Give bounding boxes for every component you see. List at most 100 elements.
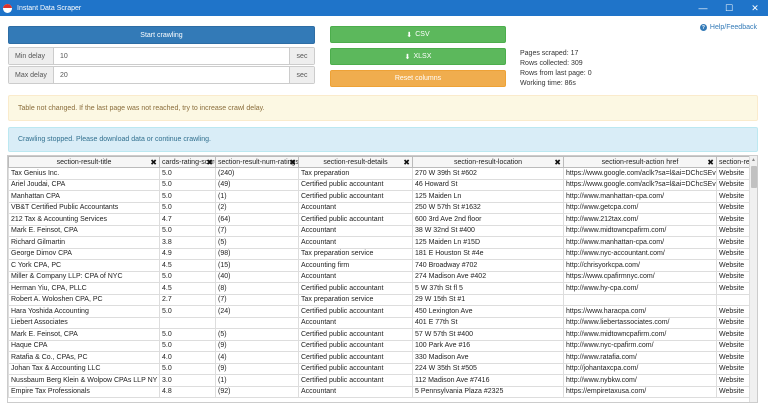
table-cell: Certified public accountant xyxy=(298,374,413,387)
table-cell: https://empiretaxusa.com/ xyxy=(563,385,717,398)
max-delay-group: Max delay sec xyxy=(8,66,315,84)
table-cell: Accountant xyxy=(298,316,413,329)
table-cell: 29 W 15th St #1 xyxy=(412,293,564,306)
table-cell: http://www.212tax.com/ xyxy=(563,213,717,226)
table-cell: 5 W 37th St fl 5 xyxy=(412,282,564,295)
table-cell: Certified public accountant xyxy=(298,178,413,191)
table-cell: 330 Madison Ave xyxy=(412,351,564,364)
remove-column-icon[interactable]: ✖ xyxy=(403,158,410,167)
table-cell: Certified public accountant xyxy=(298,213,413,226)
table-cell: Accountant xyxy=(298,385,413,398)
table-cell: 450 Lexington Ave xyxy=(412,305,564,318)
table-cell: (4) xyxy=(215,351,299,364)
table-cell: (7) xyxy=(215,293,299,306)
table-cell: Certified public accountant xyxy=(298,339,413,352)
table-cell: 5.0 xyxy=(159,190,216,203)
table-cell: (2) xyxy=(215,201,299,214)
xlsx-label: XLSX xyxy=(413,53,432,60)
app-logo-icon xyxy=(3,3,12,13)
table-cell: Tax Genius Inc. xyxy=(8,167,160,180)
table-cell: 401 E 77th St xyxy=(412,316,564,329)
scrollbar-thumb[interactable] xyxy=(751,166,757,188)
remove-column-icon[interactable]: ✖ xyxy=(707,158,714,167)
table-cell: 5.0 xyxy=(159,362,216,375)
table-cell: Empire Tax Professionals xyxy=(8,385,160,398)
column-header[interactable]: section-result-location ✖ xyxy=(412,156,564,168)
data-table: section-result-title ✖ cards-rating-score ✖… xyxy=(8,156,757,398)
warning-alert-text: Table not changed. If the last page was … xyxy=(18,104,265,112)
table-row: Mark E. Feinsot, CPA 5.0 (5) Certified publ… xyxy=(8,328,757,341)
table-cell: 2.7 xyxy=(159,293,216,306)
table-cell: (1) xyxy=(215,374,299,387)
column-header[interactable]: section-result-title ✖ xyxy=(8,156,160,168)
maximize-button[interactable]: ☐ xyxy=(716,0,742,16)
start-crawling-label: Start crawling xyxy=(140,31,183,39)
working-time: Working time: 86s xyxy=(520,80,576,87)
column-header-label: section-result-details xyxy=(323,158,388,166)
table-cell: http://www.ratafia.com/ xyxy=(563,351,717,364)
table-cell: 4.7 xyxy=(159,213,216,226)
table-cell: Haque CPA xyxy=(8,339,160,352)
table-row: Liebert Associates Accountant 401 E 77th S… xyxy=(8,316,757,329)
table-cell: 100 Park Ave #16 xyxy=(412,339,564,352)
table-cell: Herman Yiu, CPA, PLLC xyxy=(8,282,160,295)
table-cell: https://www.google.com/aclk?sa=l&ai=DChc… xyxy=(563,178,717,191)
table-row: Tax Genius Inc. 5.0 (240) Tax preparation 27… xyxy=(8,167,757,180)
table-cell: https://www.cpafirmnyc.com/ xyxy=(563,270,717,283)
min-delay-group: Min delay sec xyxy=(8,47,315,65)
download-xlsx-button[interactable]: ⬇ XLSX xyxy=(330,48,506,65)
table-cell: Johan Tax & Accounting LLC xyxy=(8,362,160,375)
table-cell: (5) xyxy=(215,328,299,341)
column-header[interactable]: section-result-action href ✖ xyxy=(563,156,717,168)
table-cell: (9) xyxy=(215,339,299,352)
table-scrollbar[interactable]: ▲ xyxy=(749,156,757,402)
table-row: Ratafia & Co., CPAs, PC 4.0 (4) Certified p… xyxy=(8,351,757,364)
close-window-button[interactable]: ✕ xyxy=(742,0,768,16)
table-cell: 125 Maiden Ln xyxy=(412,190,564,203)
table-cell: Certified public accountant xyxy=(298,362,413,375)
table-cell: Manhattan CPA xyxy=(8,190,160,203)
remove-column-icon[interactable]: ✖ xyxy=(289,158,296,167)
table-cell: 4.9 xyxy=(159,247,216,260)
table-row: Johan Tax & Accounting LLC 5.0 (9) Certifie… xyxy=(8,362,757,375)
scroll-up-icon[interactable]: ▲ xyxy=(750,156,757,165)
table-cell: 125 Maiden Ln #15D xyxy=(412,236,564,249)
start-crawling-button[interactable]: Start crawling xyxy=(8,26,315,44)
remove-column-icon[interactable]: ✖ xyxy=(206,158,213,167)
table-cell: http://www.hy-cpa.com/ xyxy=(563,282,717,295)
column-header[interactable]: section-result-details ✖ xyxy=(298,156,413,168)
table-cell: 740 Broadway #702 xyxy=(412,259,564,272)
table-row: 212 Tax & Accounting Services 4.7 (64) Cert… xyxy=(8,213,757,226)
column-header[interactable]: section-result-num-ratings ✖ xyxy=(215,156,299,168)
table-cell: http://johantaxcpa.com/ xyxy=(563,362,717,375)
table-cell: (8) xyxy=(215,282,299,295)
crawl-stats: Pages scraped: 17 Rows collected: 309 Ro… xyxy=(520,49,592,89)
remove-column-icon[interactable]: ✖ xyxy=(554,158,561,167)
table-cell: Accountant xyxy=(298,201,413,214)
table-row: C York CPA, PC 4.5 (15) Accounting firm 740 … xyxy=(8,259,757,272)
table-cell: http://www.nyc-cpafirm.com/ xyxy=(563,339,717,352)
table-cell: http://www.nybkw.com/ xyxy=(563,374,717,387)
table-cell: (9) xyxy=(215,362,299,375)
table-cell: 5.0 xyxy=(159,201,216,214)
table-row: Miller & Company LLP: CPA of NYC 5.0 (40) A… xyxy=(8,270,757,283)
max-delay-input[interactable] xyxy=(54,67,289,83)
download-csv-button[interactable]: ⬇ CSV xyxy=(330,26,506,43)
minimize-button[interactable]: — xyxy=(690,0,716,16)
help-feedback-link[interactable]: ? Help/Feedback xyxy=(699,24,757,31)
table-cell: http://chrisyorkcpa.com/ xyxy=(563,259,717,272)
remove-column-icon[interactable]: ✖ xyxy=(150,158,157,167)
table-cell: 600 3rd Ave 2nd floor xyxy=(412,213,564,226)
table-cell: (1) xyxy=(215,190,299,203)
min-delay-input[interactable] xyxy=(54,48,289,64)
column-header-label: section-result-location xyxy=(453,158,523,166)
table-cell: Certified public accountant xyxy=(298,282,413,295)
column-header[interactable]: cards-rating-score ✖ xyxy=(159,156,216,168)
table-cell: https://www.google.com/aclk?sa=l&ai=DChc… xyxy=(563,167,717,180)
window-controls: — ☐ ✕ xyxy=(690,0,768,16)
table-cell: Accountant xyxy=(298,224,413,237)
table-row: VB&T Certified Public Accountants 5.0 (2) A… xyxy=(8,201,757,214)
table-cell: Mark E. Feinsot, CPA xyxy=(8,328,160,341)
reset-columns-button[interactable]: Reset columns xyxy=(330,70,506,87)
table-cell: 5.0 xyxy=(159,328,216,341)
